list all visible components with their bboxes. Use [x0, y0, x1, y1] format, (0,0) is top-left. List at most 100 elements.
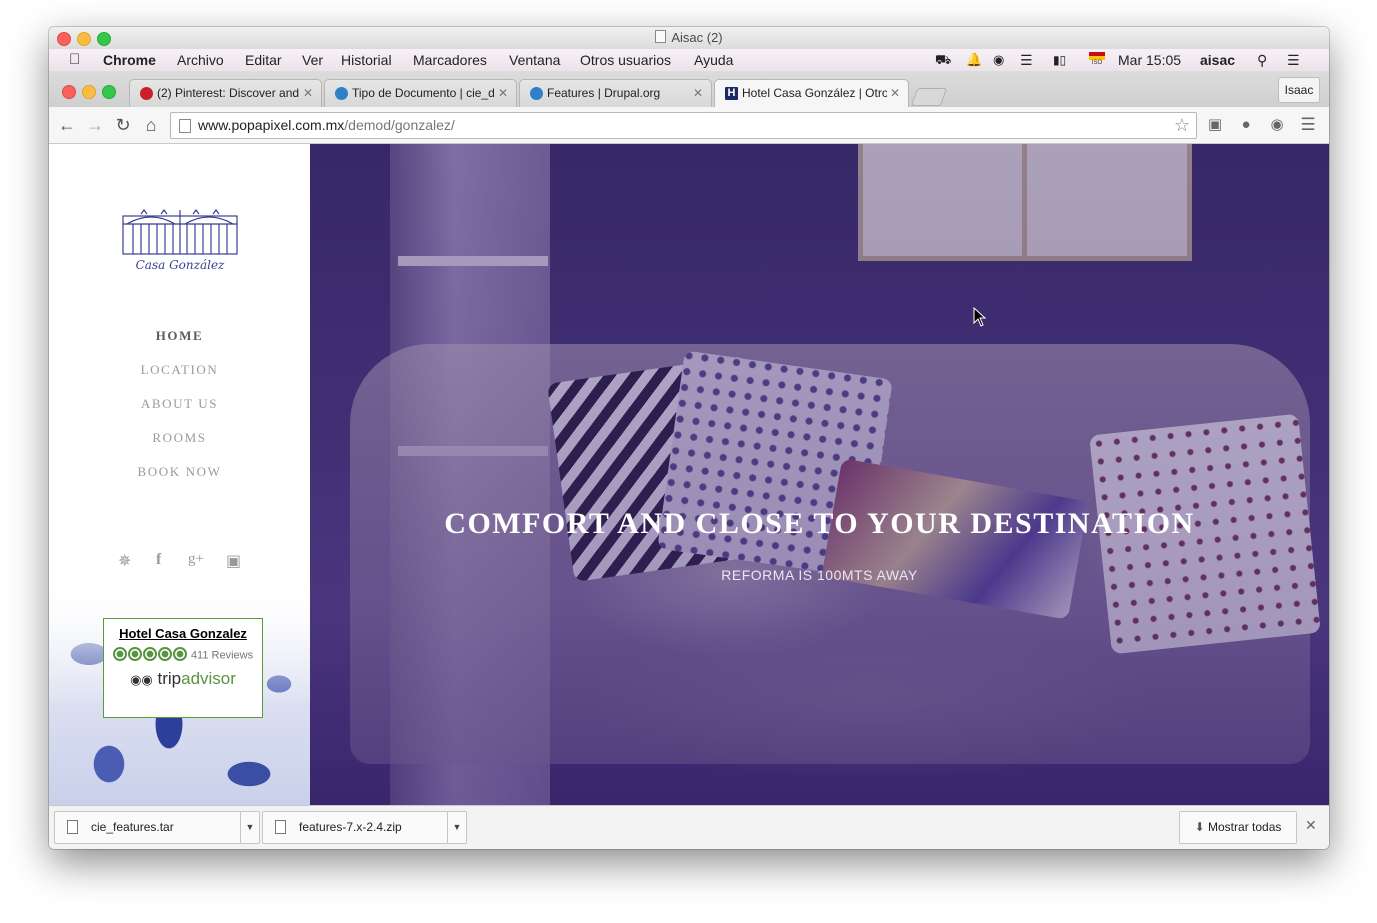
url-domain: www.popapixel.com.mx [198, 117, 345, 133]
tripadvisor-review-count[interactable]: 411 Reviews [191, 649, 253, 661]
tab-pinterest[interactable]: (2) Pinterest: Discover and ✕ [129, 79, 322, 107]
extension-bug-icon[interactable]: ◉ [1267, 115, 1287, 135]
menubar-clock[interactable]: Mar 15:05 [1118, 49, 1181, 71]
tab-hotel-casa-gonzalez[interactable]: H Hotel Casa González | Otro ✕ [714, 79, 909, 107]
close-download-shelf-icon[interactable]: ✕ [1305, 817, 1317, 834]
nav-about-us[interactable]: ABOUT US [49, 396, 310, 412]
address-url[interactable]: www.popapixel.com.mx/demod/gonzalez/ [198, 113, 455, 138]
document-icon [655, 30, 667, 43]
download-arrow-icon: ⬇ [1194, 820, 1205, 834]
profile-button[interactable]: Isaac [1278, 77, 1320, 103]
rating-bubbles-icon [112, 647, 188, 664]
download-shelf: cie_features.tar ▼ features-7.x-2.4.zip … [49, 805, 1329, 849]
hero-title: COMFORT AND CLOSE TO YOUR DESTINATION [444, 507, 1195, 540]
close-tab-icon[interactable]: ✕ [693, 80, 703, 107]
tripadvisor-widget[interactable]: Hotel Casa Gonzalez 411 Reviews ◉◉ tripa… [103, 618, 263, 718]
instagram-icon[interactable]: ▣ [226, 551, 241, 571]
extension-circle-icon[interactable]: ● [1236, 115, 1256, 135]
close-tab-icon[interactable]: ✕ [303, 80, 313, 107]
zoom-window-button[interactable] [97, 32, 111, 46]
menu-ver[interactable]: Ver [302, 49, 323, 71]
binoculars-icon[interactable]: ◉ [993, 49, 1004, 71]
nav-home[interactable]: HOME [49, 328, 310, 344]
menu-marcadores[interactable]: Marcadores [413, 49, 487, 71]
new-tab-button[interactable] [910, 88, 948, 106]
drupal-icon [335, 87, 348, 100]
menubar-user[interactable]: aisac [1200, 49, 1235, 71]
menu-otros-usuarios[interactable]: Otros usuarios [580, 49, 671, 71]
menu-editar[interactable]: Editar [245, 49, 282, 71]
hero-subtitle: REFORMA IS 100MTS AWAY [721, 567, 918, 583]
minimize-window-button[interactable] [82, 85, 96, 99]
download-options-chevron-icon[interactable]: ▼ [240, 812, 259, 843]
menu-ventana[interactable]: Ventana [509, 49, 560, 71]
download-options-chevron-icon[interactable]: ▼ [447, 812, 466, 843]
tripadvisor-rating: 411 Reviews [104, 647, 262, 664]
close-tab-icon[interactable]: ✕ [498, 80, 508, 107]
bell-icon[interactable]: 🔔 [966, 49, 982, 71]
battery-icon[interactable]: ▮▯ [1053, 49, 1066, 71]
window-titlebar: Aisac (2) [49, 27, 1329, 49]
tab-label: Tipo de Documento | cie_d [352, 86, 494, 100]
file-icon [275, 820, 286, 834]
wifi-icon[interactable]: ☰ [1020, 49, 1033, 71]
apple-icon[interactable]:  [69, 49, 80, 71]
tripadvisor-owl-icon: ◉◉ [130, 672, 153, 687]
input-source-label: ISO [1091, 60, 1103, 66]
menu-historial[interactable]: Historial [341, 49, 392, 71]
tab-strip: (2) Pinterest: Discover and ✕ Tipo de Do… [49, 71, 1329, 107]
browser-window: Aisac (2)  Chrome Archivo Editar Ver Hi… [49, 27, 1329, 849]
show-all-downloads-button[interactable]: ⬇ Mostrar todas [1179, 811, 1297, 844]
spotlight-search-icon[interactable]: ⚲ [1257, 49, 1267, 71]
hotel-favicon-icon: H [725, 87, 738, 100]
back-arrow-icon[interactable]: ← [57, 115, 77, 135]
download-filename: features-7.x-2.4.zip [299, 820, 402, 834]
tab-tipo-de-documento[interactable]: Tipo de Documento | cie_d ✕ [324, 79, 517, 107]
tab-label: Hotel Casa González | Otro [742, 86, 887, 100]
nav-book-now[interactable]: BOOK NOW [49, 464, 310, 480]
window-title: Aisac (2) [671, 30, 723, 45]
tripadvisor-logo[interactable]: ◉◉ tripadvisor [104, 669, 262, 689]
browser-toolbar: ← → ↻ ⌂ www.popapixel.com.mx/demod/gonza… [49, 107, 1329, 144]
nav-location[interactable]: LOCATION [49, 362, 310, 378]
address-bar[interactable]: www.popapixel.com.mx/demod/gonzalez/ ☆ [170, 112, 1197, 139]
notification-center-icon[interactable]: ☰ [1287, 49, 1300, 71]
hero-purple-overlay [310, 144, 1329, 805]
forward-arrow-icon[interactable]: → [85, 115, 105, 135]
reload-icon[interactable]: ↻ [113, 115, 133, 135]
nav-rooms[interactable]: ROOMS [49, 430, 310, 446]
extension-window-icon[interactable]: ▣ [1205, 115, 1225, 135]
bookmark-star-icon[interactable]: ☆ [1174, 113, 1190, 138]
menu-ayuda[interactable]: Ayuda [694, 49, 733, 71]
web-page: Casa González HOME LOCATION ABOUT US ROO… [49, 144, 1329, 805]
download-item[interactable]: features-7.x-2.4.zip ▼ [262, 811, 467, 844]
close-window-button[interactable] [57, 32, 71, 46]
input-source-flag-icon[interactable]: ISO [1089, 52, 1105, 68]
close-tab-icon[interactable]: ✕ [890, 80, 900, 107]
url-path: /demod/gonzalez/ [344, 117, 455, 133]
close-window-button[interactable] [62, 85, 76, 99]
logo-text: Casa González [135, 258, 225, 272]
tripadvisor-hotel-name[interactable]: Hotel Casa Gonzalez [104, 627, 262, 641]
zoom-window-button[interactable] [102, 85, 116, 99]
download-filename: cie_features.tar [91, 820, 174, 834]
mouse-cursor-icon [973, 307, 987, 327]
menu-archivo[interactable]: Archivo [177, 49, 224, 71]
facebook-icon[interactable]: f [156, 551, 161, 569]
menu-chrome[interactable]: Chrome [103, 49, 156, 71]
twitter-icon[interactable]: ✵ [118, 551, 131, 571]
tab-features-drupal[interactable]: Features | Drupal.org ✕ [519, 79, 712, 107]
show-all-label: Mostrar todas [1208, 820, 1282, 834]
download-item[interactable]: cie_features.tar ▼ [54, 811, 260, 844]
pinterest-icon [140, 87, 153, 100]
page-icon [179, 119, 191, 133]
mac-menubar:  Chrome Archivo Editar Ver Historial Ma… [49, 49, 1329, 71]
truck-icon[interactable]: ⛟ [935, 49, 951, 71]
chrome-menu-icon[interactable]: ☰ [1298, 115, 1318, 135]
site-sidebar: Casa González HOME LOCATION ABOUT US ROO… [49, 144, 310, 805]
google-plus-icon[interactable]: g+ [188, 551, 204, 568]
tab-label: (2) Pinterest: Discover and [157, 86, 299, 100]
home-icon[interactable]: ⌂ [141, 115, 161, 135]
tab-label: Features | Drupal.org [547, 86, 661, 100]
minimize-window-button[interactable] [77, 32, 91, 46]
